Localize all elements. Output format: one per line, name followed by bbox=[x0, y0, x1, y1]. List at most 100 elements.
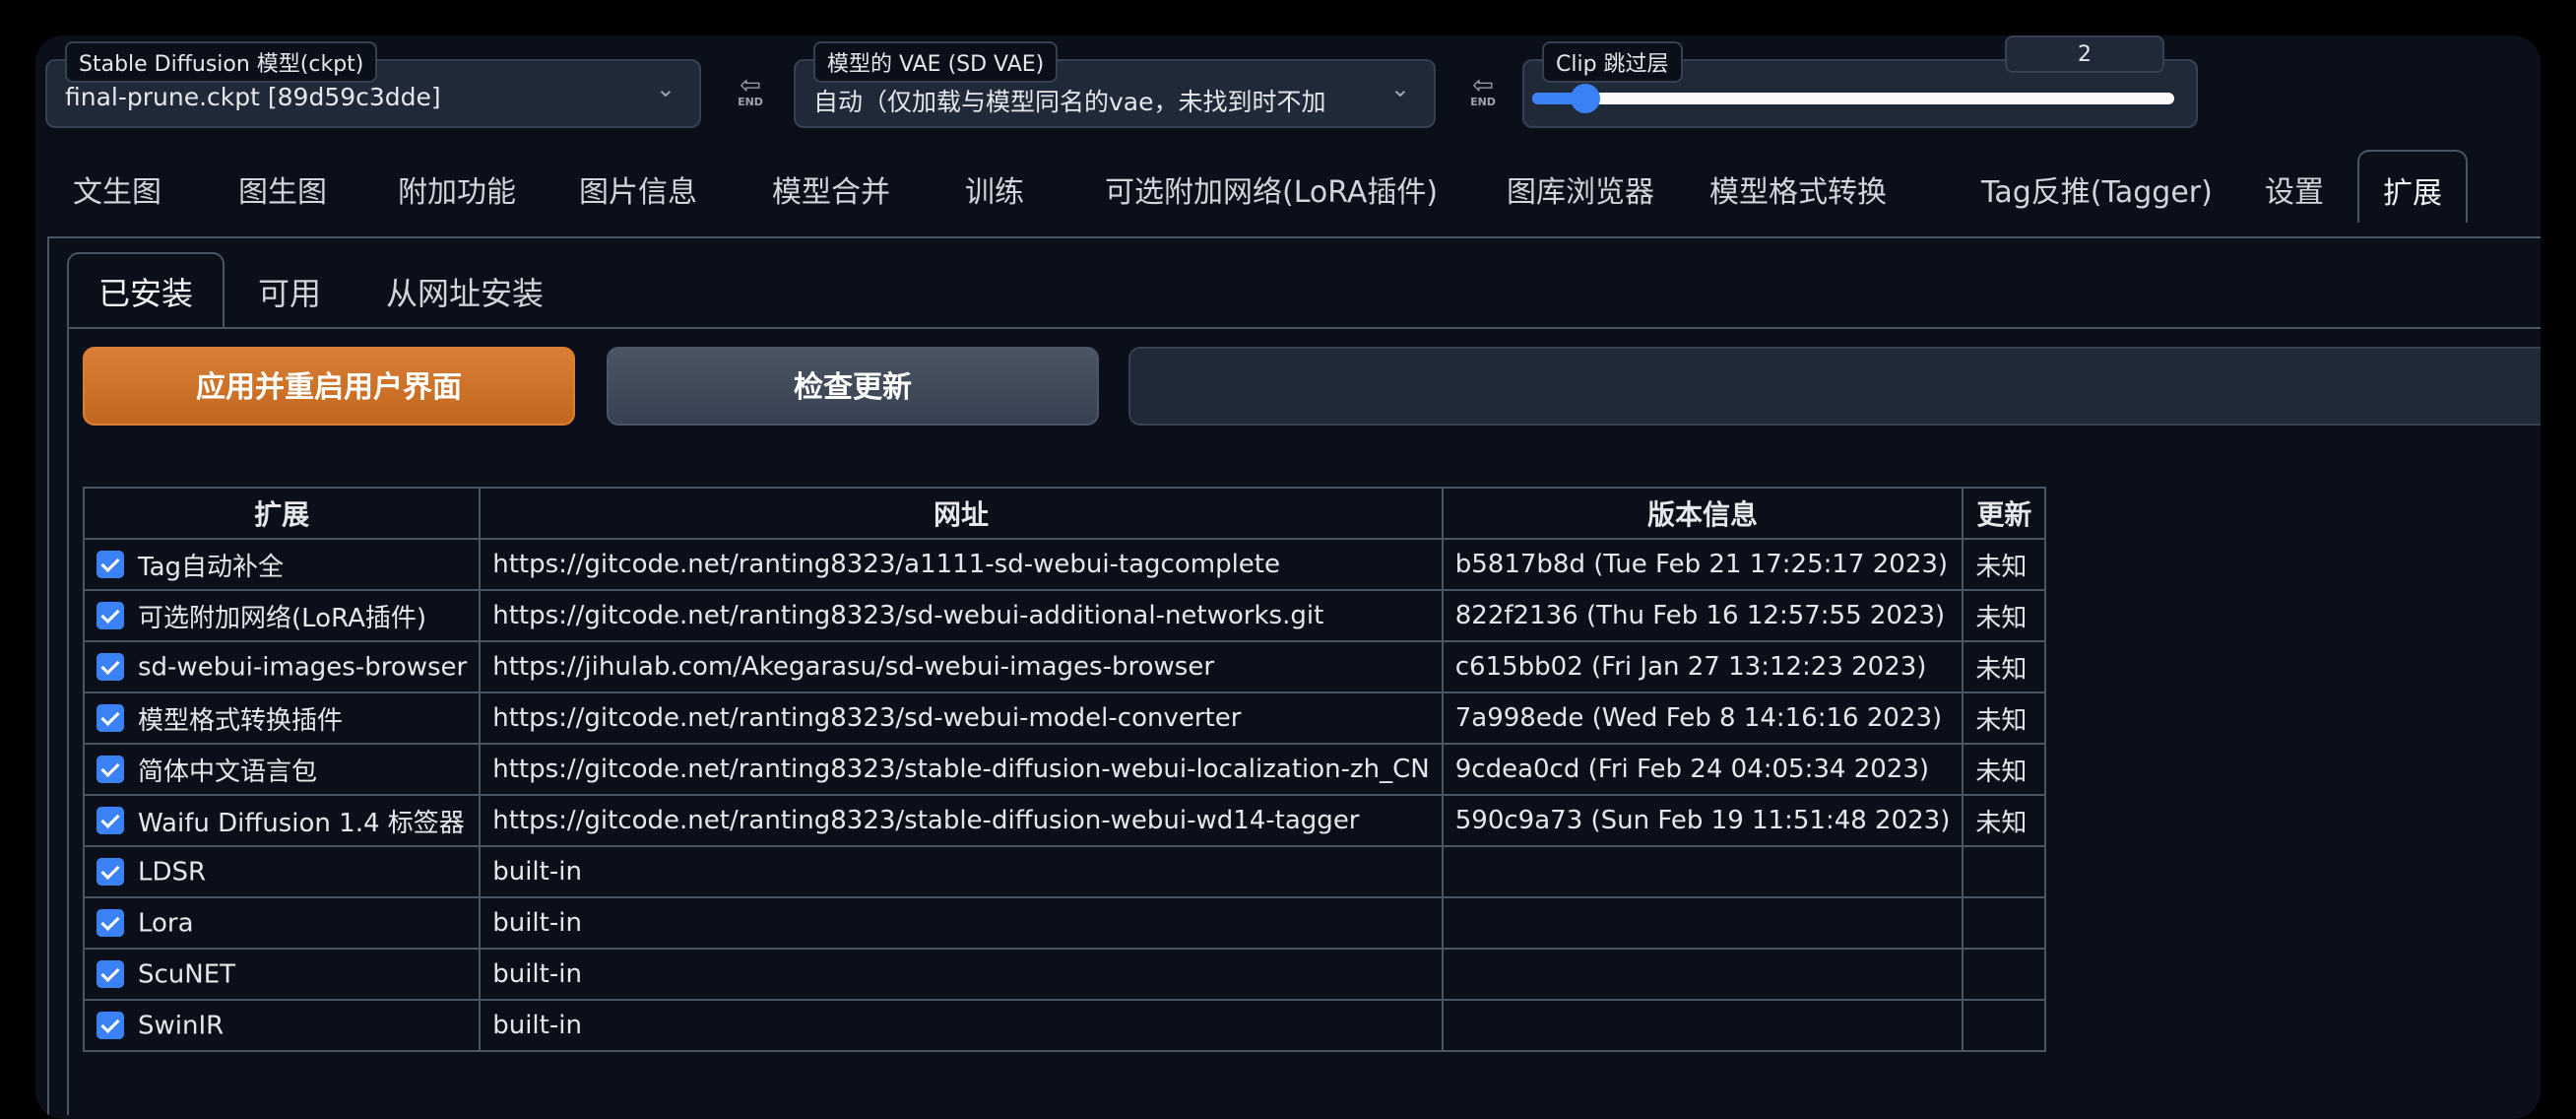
vae-label: 模型的 VAE (SD VAE) bbox=[813, 41, 1059, 83]
vae-dropdown[interactable]: 模型的 VAE (SD VAE) 自动（仅加载与模型同名的vae，未找到时不加 … bbox=[794, 41, 1436, 128]
update-cell bbox=[1962, 896, 2047, 950]
update-cell bbox=[1962, 948, 2047, 1001]
extension-name: SwinIR bbox=[138, 1011, 225, 1041]
version-cell bbox=[1441, 948, 1964, 1001]
url-cell: https://gitcode.net/ranting8323/sd-webui… bbox=[479, 589, 1444, 642]
subtab-divider bbox=[67, 327, 2541, 329]
main-tabs: 文生图 图生图 附加功能 图片信息 模型合并 训练 可选附加网络(LoRA插件) 图库浏览器模… bbox=[35, 150, 2541, 223]
tab-6[interactable]: 可选附加网络(LoRA插件) bbox=[1081, 164, 1461, 223]
subtab-0[interactable]: 已安装 bbox=[67, 252, 225, 329]
extension-name: Waifu Diffusion 1.4 标签器 bbox=[138, 808, 465, 838]
extension-name: ScuNET bbox=[138, 959, 236, 990]
chevron-down-icon: ⌄ bbox=[1389, 75, 1410, 102]
subtab-2[interactable]: 从网址安装 bbox=[356, 260, 573, 327]
clip-skip-slider[interactable] bbox=[1532, 84, 2174, 113]
tab-9[interactable]: Tag反推(Tagger) bbox=[1958, 164, 2236, 223]
table-row: sd-webui-images-browser https://jihulab.c… bbox=[82, 640, 2047, 693]
extension-name: LDSR bbox=[138, 857, 207, 888]
url-cell: https://gitcode.net/ranting8323/a1111-sd… bbox=[479, 538, 1444, 591]
enabled-checkbox[interactable] bbox=[97, 807, 124, 834]
url-cell: https://gitcode.net/ranting8323/sd-webui… bbox=[479, 691, 1444, 745]
update-cell: 未知 bbox=[1962, 743, 2047, 796]
version-cell: 822f2136 (Thu Feb 16 12:57:55 2023) bbox=[1441, 589, 1964, 642]
enabled-checkbox[interactable] bbox=[97, 1012, 124, 1040]
status-output bbox=[1128, 347, 2541, 426]
checkpoint-label: Stable Diffusion 模型(ckpt) bbox=[65, 41, 378, 83]
chevron-down-icon: ⌄ bbox=[655, 75, 676, 102]
vae-value: 自动（仅加载与模型同名的vae，未找到时不加 bbox=[813, 88, 1326, 116]
extension-name: 模型格式转换插件 bbox=[138, 705, 344, 736]
update-cell bbox=[1962, 845, 2047, 898]
extension-cell: sd-webui-images-browser bbox=[82, 640, 482, 693]
update-cell: 未知 bbox=[1962, 691, 2047, 745]
extension-cell: SwinIR bbox=[82, 999, 482, 1052]
clip-skip-label: Clip 跳过层 bbox=[1542, 41, 1683, 83]
refresh-checkpoint-end-icon[interactable]: ⇦ END bbox=[725, 73, 776, 118]
header-update: 更新 bbox=[1962, 487, 2047, 540]
version-cell bbox=[1441, 896, 1964, 950]
table-row: ScuNET built-in bbox=[82, 948, 2047, 1001]
enabled-checkbox[interactable] bbox=[97, 858, 124, 887]
tab-5[interactable]: 训练 bbox=[941, 164, 1048, 223]
extension-cell: 简体中文语言包 bbox=[82, 743, 482, 796]
extension-cell: 可选附加网络(LoRA插件) bbox=[82, 589, 482, 642]
url-cell: built-in bbox=[479, 896, 1444, 950]
enabled-checkbox[interactable] bbox=[97, 704, 124, 732]
table-row: Waifu Diffusion 1.4 标签器 https://gitcode.n… bbox=[82, 794, 2047, 847]
tab-7[interactable]: 图库浏览器 bbox=[1483, 164, 1678, 223]
update-cell: 未知 bbox=[1962, 640, 2047, 693]
extension-cell: Tag自动补全 bbox=[82, 538, 482, 591]
tab-4[interactable]: 模型合并 bbox=[748, 164, 914, 223]
extension-name: sd-webui-images-browser bbox=[138, 652, 468, 683]
update-cell: 未知 bbox=[1962, 538, 2047, 591]
header-extension: 扩展 bbox=[82, 487, 482, 540]
enabled-checkbox[interactable] bbox=[97, 551, 124, 578]
tab-3[interactable]: 图片信息 bbox=[555, 164, 721, 223]
tab-8[interactable]: 模型格式转换 bbox=[1686, 164, 1910, 223]
table-row: Lora built-in bbox=[82, 896, 2047, 950]
version-cell: 590c9a73 (Sun Feb 19 11:51:48 2023) bbox=[1441, 794, 1964, 847]
refresh-vae-end-icon[interactable]: ⇦ END bbox=[1457, 73, 1509, 118]
url-cell: https://gitcode.net/ranting8323/stable-d… bbox=[479, 794, 1444, 847]
enabled-checkbox[interactable] bbox=[97, 756, 124, 783]
version-cell: 9cdea0cd (Fri Feb 24 04:05:34 2023) bbox=[1441, 743, 1964, 796]
subpanel-border bbox=[67, 327, 69, 1115]
header-url: 网址 bbox=[479, 487, 1444, 540]
version-cell: b5817b8d (Tue Feb 21 17:25:17 2023) bbox=[1441, 538, 1964, 591]
enabled-checkbox[interactable] bbox=[97, 602, 124, 629]
extension-cell: Lora bbox=[82, 896, 482, 950]
tab-0[interactable]: 文生图 bbox=[49, 164, 185, 223]
clip-skip-number-input[interactable]: 2 bbox=[2005, 35, 2164, 73]
slider-thumb[interactable] bbox=[1571, 84, 1601, 113]
enabled-checkbox[interactable] bbox=[97, 653, 124, 682]
version-cell: 7a998ede (Wed Feb 8 14:16:16 2023) bbox=[1441, 691, 1964, 745]
version-cell: c615bb02 (Fri Jan 27 13:12:23 2023) bbox=[1441, 640, 1964, 693]
extension-name: Tag自动补全 bbox=[138, 552, 285, 582]
tab-divider bbox=[47, 236, 2541, 238]
check-updates-button[interactable]: 检查更新 bbox=[607, 347, 1099, 426]
extension-cell: LDSR bbox=[82, 845, 482, 898]
extension-name: Lora bbox=[138, 908, 194, 939]
version-cell bbox=[1441, 999, 1964, 1052]
version-cell bbox=[1441, 845, 1964, 898]
extension-name: 可选附加网络(LoRA插件) bbox=[138, 603, 427, 633]
enabled-checkbox[interactable] bbox=[97, 960, 124, 989]
tab-10[interactable]: 设置 bbox=[2241, 164, 2348, 223]
extension-name: 简体中文语言包 bbox=[138, 757, 318, 787]
subtab-1[interactable]: 可用 bbox=[228, 260, 351, 327]
extension-cell: 模型格式转换插件 bbox=[82, 691, 482, 745]
apply-restart-button[interactable]: 应用并重启用户界面 bbox=[83, 347, 575, 426]
url-cell: https://gitcode.net/ranting8323/stable-d… bbox=[479, 743, 1444, 796]
enabled-checkbox[interactable] bbox=[97, 909, 124, 938]
extension-cell: ScuNET bbox=[82, 948, 482, 1001]
url-cell: built-in bbox=[479, 948, 1444, 1001]
checkpoint-dropdown[interactable]: Stable Diffusion 模型(ckpt) final-prune.ck… bbox=[45, 41, 701, 128]
table-row: SwinIR built-in bbox=[82, 999, 2047, 1052]
tab-1[interactable]: 图生图 bbox=[215, 164, 351, 223]
tab-11[interactable]: 扩展 bbox=[2357, 150, 2468, 223]
url-cell: built-in bbox=[479, 845, 1444, 898]
tab-2[interactable]: 附加功能 bbox=[374, 164, 540, 223]
table-row: 模型格式转换插件 https://gitcode.net/ranting8323/… bbox=[82, 691, 2047, 745]
extensions-table: 扩展 网址 版本信息 更新 Tag自动补全 https://gitcode.net… bbox=[82, 487, 2047, 1052]
update-cell bbox=[1962, 999, 2047, 1052]
